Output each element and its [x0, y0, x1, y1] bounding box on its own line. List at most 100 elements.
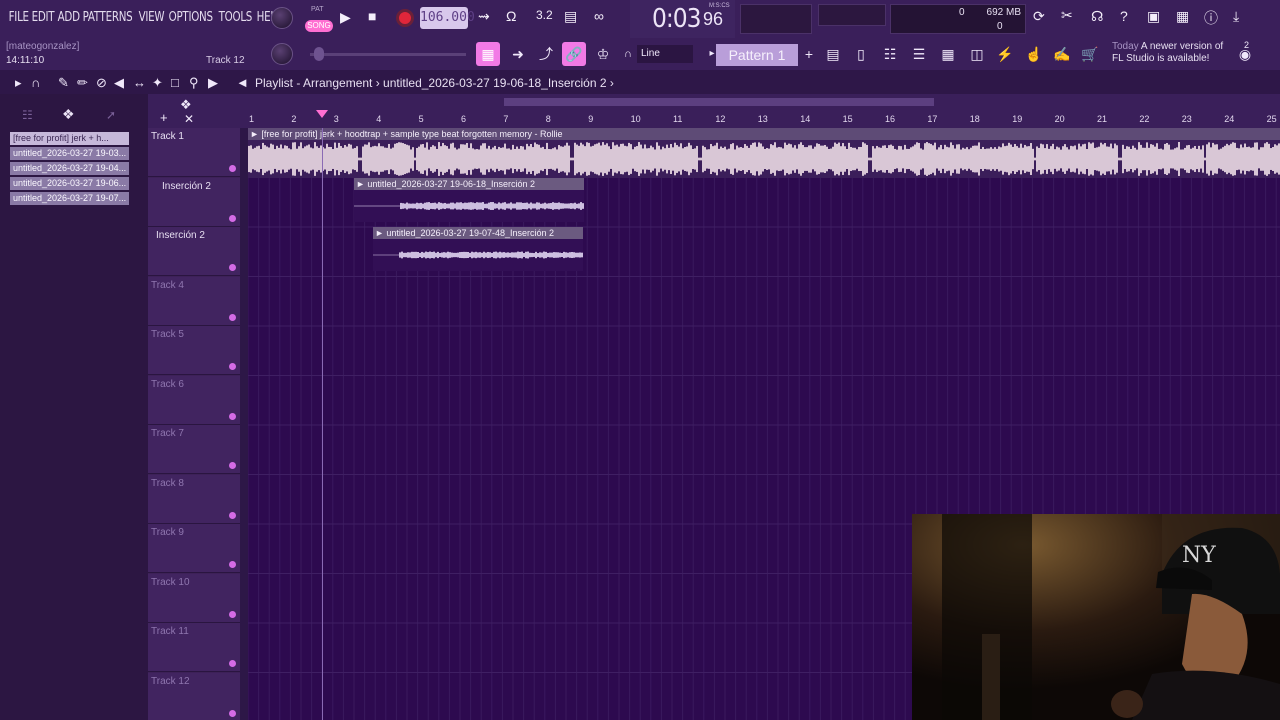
reload-icon[interactable]: ⟳ — [1033, 8, 1045, 25]
select-tool-icon[interactable]: □ — [171, 75, 179, 90]
playlist-menu-icon[interactable]: ▸ — [15, 75, 22, 91]
channel-rack-icon[interactable]: ☷ — [878, 42, 902, 66]
track-mute-indicator[interactable] — [229, 462, 236, 469]
track-header[interactable]: Track 6 — [148, 375, 240, 425]
metronome-icon[interactable]: ⇝ — [478, 8, 490, 25]
mute-tool-icon[interactable]: ◀ — [114, 75, 124, 91]
master-volume-knob[interactable] — [271, 7, 293, 29]
news-panel[interactable]: Today A newer version of FL Studio is av… — [1112, 41, 1237, 65]
master-pitch-knob[interactable] — [271, 43, 293, 65]
track-header[interactable]: Track 9 — [148, 524, 240, 573]
help-icon[interactable]: ? — [1120, 8, 1128, 24]
song-position-display[interactable]: 0:03 96 M:S:CS — [630, 0, 735, 38]
track-header[interactable]: Inserción 2 — [148, 177, 240, 227]
wait-input-icon[interactable]: Ω — [506, 8, 516, 24]
info-icon[interactable]: ⓘ — [1204, 8, 1218, 28]
menu-tools[interactable]: TOOLS — [216, 10, 255, 25]
slip-tool-icon[interactable]: ↔ — [133, 75, 146, 90]
track-mute-indicator[interactable] — [229, 709, 236, 717]
track-mute-indicator[interactable] — [229, 264, 236, 271]
hand-icon[interactable]: ✍ — [1050, 42, 1074, 66]
pattern-selector[interactable]: Pattern 1 — [716, 44, 798, 66]
countdown-icon[interactable]: 3.2 — [536, 8, 553, 22]
slice-tool-icon[interactable]: ✦ — [152, 75, 163, 91]
picker-clip-item[interactable]: untitled_2026-03-27 19-07... — [10, 192, 129, 205]
link-icon[interactable]: 🔗 — [562, 42, 586, 66]
track-header[interactable]: Track 4 — [148, 276, 240, 326]
track-mute-indicator[interactable] — [229, 363, 236, 370]
plugin-icon[interactable]: ⚡ — [993, 42, 1017, 66]
step-edit-icon[interactable]: ▤ — [564, 8, 577, 25]
menu-patterns[interactable]: PATTERNS — [80, 10, 135, 25]
clip-recording-2[interactable]: ► untitled_2026-03-27 19-07-48_Inserción… — [373, 227, 583, 271]
picker-clip-item[interactable]: untitled_2026-03-27 19-06... — [10, 177, 129, 190]
playlist-icon[interactable]: ▤ — [821, 42, 845, 66]
expand-icon[interactable]: ❖ — [180, 97, 192, 113]
slide-icon[interactable]: ⤴ — [534, 42, 558, 66]
microphone-icon[interactable]: ☊ — [1091, 8, 1103, 25]
track-header[interactable]: Track 8 — [148, 474, 240, 524]
audio-clips-icon[interactable]: ❖ — [62, 106, 75, 123]
play-icon[interactable]: ▶ — [340, 9, 351, 26]
timeline-ruler[interactable]: 1 2 3 4 5 6 7 8 9 10 11 12 13 14 15 16 17 18 19 20 21 22 23 24 2… — [240, 94, 1280, 128]
render-icon[interactable]: ▦ — [1176, 8, 1189, 25]
track-mute-indicator[interactable] — [229, 561, 236, 568]
playback-tool-icon[interactable]: ▶ — [208, 75, 218, 91]
tempo-display[interactable]: 106.000 — [420, 7, 475, 29]
menu-file[interactable]: FILE — [6, 10, 31, 25]
download-icon[interactable]: ⤓ — [1233, 8, 1239, 25]
stamp-icon[interactable]: ♔ — [591, 42, 615, 66]
track-header[interactable]: Track 10 — [148, 573, 240, 623]
paint-tool-icon[interactable]: ✏ — [77, 75, 88, 91]
horizontal-scrollbar[interactable] — [504, 98, 934, 106]
add-pattern-icon[interactable]: + — [797, 42, 821, 66]
master-slider[interactable] — [310, 47, 466, 61]
save-icon[interactable]: ▣ — [1147, 8, 1160, 25]
snap-selector[interactable]: Line — [637, 45, 693, 63]
record-icon[interactable] — [396, 9, 414, 27]
mixer-icon[interactable]: ☰ — [907, 42, 931, 66]
track-mute-indicator[interactable] — [229, 511, 236, 519]
touch-icon[interactable]: ☝ — [1022, 42, 1046, 66]
track-mute-indicator[interactable] — [229, 610, 236, 618]
track-mute-indicator[interactable] — [229, 214, 236, 222]
track-header[interactable]: Track 7 — [148, 425, 240, 474]
draw-tool-icon[interactable]: ✎ — [58, 75, 69, 91]
zoom-tool-icon[interactable]: ⚲ — [189, 75, 199, 91]
add-track-icon[interactable]: + — [160, 110, 168, 125]
piano-roll-icon[interactable]: ▦ — [476, 42, 500, 66]
clip-recording-1[interactable]: ► untitled_2026-03-27 19-06-18_Inserción… — [354, 178, 584, 222]
bar-number: 6 — [461, 114, 467, 124]
piano-roll-view-icon[interactable]: ▯ — [849, 42, 873, 66]
track-header[interactable]: Inserción 2 — [148, 227, 240, 276]
cart-icon[interactable]: 🛒 — [1078, 42, 1102, 66]
file-icon[interactable]: ◫ — [965, 42, 989, 66]
track-mute-indicator[interactable] — [229, 165, 236, 172]
arrow-icon[interactable]: ➜ — [506, 42, 530, 66]
track-mute-indicator[interactable] — [229, 313, 236, 321]
track-header[interactable]: Track 5 — [148, 326, 240, 375]
menu-view[interactable]: VIEW — [136, 10, 167, 25]
track-header[interactable]: Track 11 — [148, 623, 240, 672]
clip-main-sample[interactable]: ► [free for profit] jerk + hoodtrap + sa… — [248, 128, 1280, 178]
track-mute-indicator[interactable] — [229, 412, 236, 420]
menu-add[interactable]: ADD — [55, 10, 82, 25]
track-mute-indicator[interactable] — [229, 660, 236, 667]
delete-tool-icon[interactable]: ⊘ — [96, 75, 107, 91]
picker-clip-item[interactable]: untitled_2026-03-27 19-03... — [10, 147, 129, 160]
track-header[interactable]: Track 12 — [148, 672, 240, 720]
loop-record-icon[interactable]: ∞ — [594, 8, 604, 24]
picker-clip-item[interactable]: [free for profit] jerk + h... — [10, 132, 129, 145]
automation-icon[interactable]: ➚ — [106, 108, 116, 122]
patterns-icon[interactable]: ☷ — [22, 108, 33, 122]
pat-song-toggle[interactable]: PAT SONG — [305, 6, 333, 32]
browser-icon[interactable]: ▦ — [936, 42, 960, 66]
close-icon[interactable]: ✕ — [184, 112, 194, 126]
menu-options[interactable]: OPTIONS — [166, 10, 215, 25]
track-header[interactable]: Track 1 — [148, 128, 240, 177]
menu-edit[interactable]: EDIT — [29, 10, 57, 25]
snap-magnet-icon[interactable]: ∩ — [31, 75, 40, 90]
scissors-icon[interactable]: ✂ — [1061, 7, 1073, 24]
stop-icon[interactable]: ■ — [368, 8, 376, 24]
picker-clip-item[interactable]: untitled_2026-03-27 19-04... — [10, 162, 129, 175]
